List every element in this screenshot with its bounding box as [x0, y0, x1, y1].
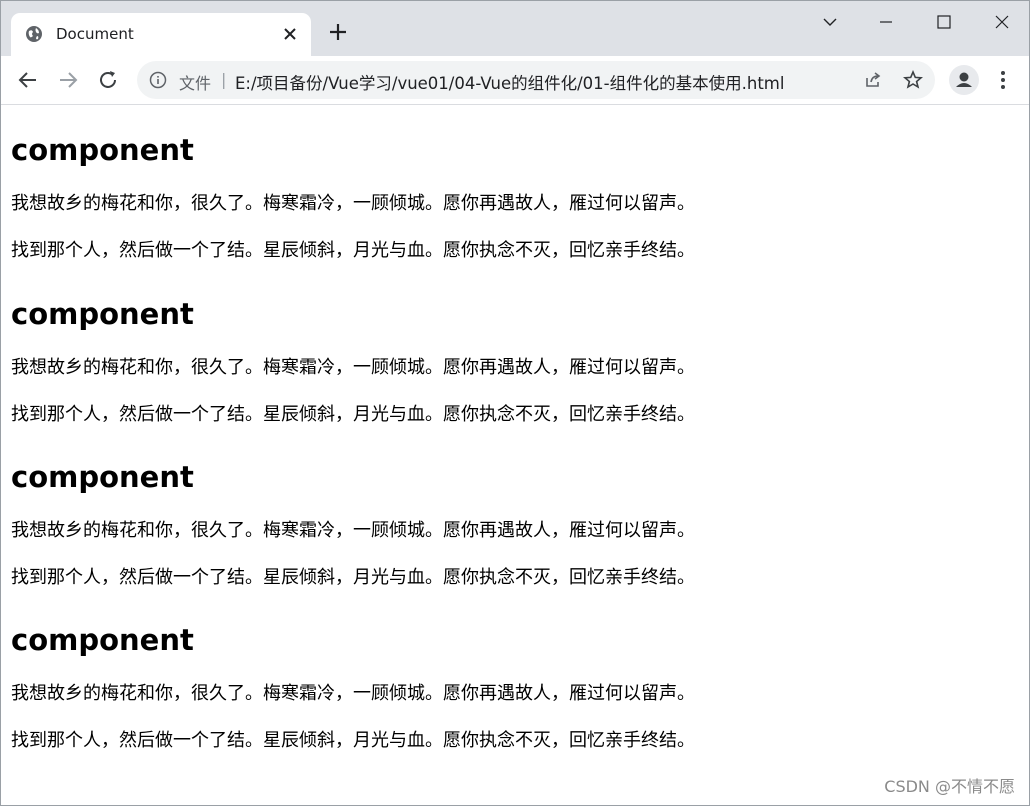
- component-heading: component: [11, 460, 194, 494]
- window-close-icon[interactable]: [991, 11, 1013, 33]
- component-text-line: 我想故乡的梅花和你，很久了。梅寒霜冷，一顾倾城。愿你再遇故人，雁过何以留声。: [11, 193, 695, 214]
- component-heading: component: [11, 623, 194, 657]
- watermark: CSDN @不情不愿: [884, 777, 1015, 796]
- minimize-icon[interactable]: [875, 11, 897, 33]
- url-text[interactable]: E:/项目备份/Vue学习/vue01/04-Vue的组件化/01-组件化的基本…: [235, 70, 784, 94]
- star-icon[interactable]: [903, 70, 923, 90]
- share-icon[interactable]: [863, 70, 883, 90]
- profile-icon[interactable]: [949, 65, 979, 95]
- component-text-line: 找到那个人，然后做一个了结。星辰倾斜，月光与血。愿你执念不灭，回忆亲手终结。: [11, 567, 695, 588]
- tab-title: Document: [56, 25, 134, 43]
- back-arrow-icon[interactable]: [16, 68, 40, 92]
- toolbar: 文件 | E:/项目备份/Vue学习/vue01/04-Vue的组件化/01-组…: [1, 56, 1029, 105]
- reload-icon[interactable]: [96, 68, 120, 92]
- maximize-icon[interactable]: [933, 11, 955, 33]
- close-icon[interactable]: [281, 25, 299, 43]
- component-text-line: 我想故乡的梅花和你，很久了。梅寒霜冷，一顾倾城。愿你再遇故人，雁过何以留声。: [11, 357, 695, 378]
- site-info-label[interactable]: 文件: [179, 70, 211, 94]
- component-heading: component: [11, 133, 194, 167]
- site-separator: |: [221, 70, 227, 89]
- address-bar[interactable]: 文件 | E:/项目备份/Vue学习/vue01/04-Vue的组件化/01-组…: [137, 61, 935, 99]
- component-text-line: 我想故乡的梅花和你，很久了。梅寒霜冷，一顾倾城。愿你再遇故人，雁过何以留声。: [11, 520, 695, 541]
- forward-arrow-icon[interactable]: [56, 68, 80, 92]
- component-text-line: 找到那个人，然后做一个了结。星辰倾斜，月光与血。愿你执念不灭，回忆亲手终结。: [11, 240, 695, 261]
- info-icon[interactable]: [149, 71, 167, 89]
- component-text-line: 我想故乡的梅花和你，很久了。梅寒霜冷，一顾倾城。愿你再遇故人，雁过何以留声。: [11, 683, 695, 704]
- globe-icon: [26, 26, 42, 42]
- component-heading: component: [11, 297, 194, 331]
- kebab-menu-icon[interactable]: [993, 68, 1013, 92]
- tab-strip: Document: [1, 1, 1029, 56]
- component-text-line: 找到那个人，然后做一个了结。星辰倾斜，月光与血。愿你执念不灭，回忆亲手终结。: [11, 404, 695, 425]
- profile-silhouette-icon: [956, 72, 972, 87]
- chevron-down-icon[interactable]: [819, 11, 841, 33]
- browser-window: Document 文件 | E:/项目备份/Vue学习/vue01/04-Vue…: [0, 0, 1030, 806]
- component-text-line: 找到那个人，然后做一个了结。星辰倾斜，月光与血。愿你执念不灭，回忆亲手终结。: [11, 730, 695, 751]
- tab-document[interactable]: Document: [11, 13, 311, 56]
- plus-icon[interactable]: [327, 21, 349, 43]
